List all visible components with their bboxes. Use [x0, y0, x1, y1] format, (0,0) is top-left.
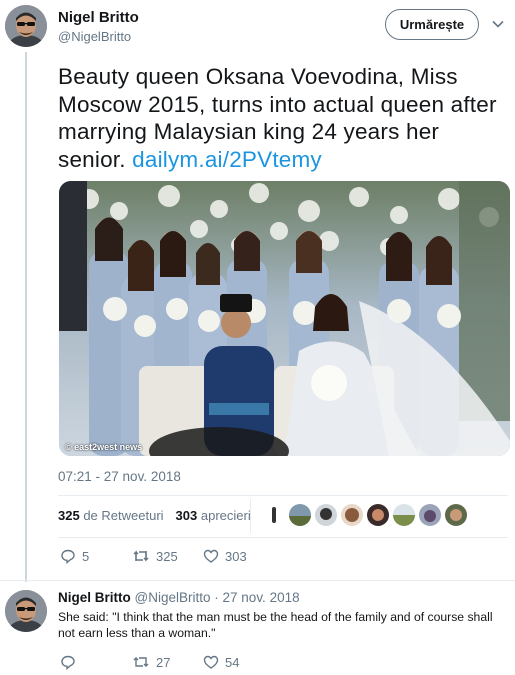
stats-separator — [250, 499, 251, 533]
stats-divider-top — [58, 495, 508, 496]
liker-avatar[interactable] — [393, 504, 415, 526]
retweet-count: 325 — [156, 548, 178, 564]
liker-avatar[interactable] — [315, 504, 337, 526]
retweets-count: 325 — [58, 508, 80, 523]
liker-avatar[interactable] — [367, 504, 389, 526]
tweet-photo[interactable]: © east2west news — [59, 181, 510, 456]
tweet-link[interactable]: dailym.ai/2PVtemy — [132, 147, 322, 172]
photo-watermark: © east2west news — [65, 442, 143, 452]
liker-avatar[interactable] — [419, 504, 441, 526]
reply-like-count: 54 — [225, 654, 240, 670]
stats-divider-bottom — [58, 537, 508, 538]
like-action[interactable]: 303 — [203, 548, 247, 564]
reply-author-handle[interactable]: @NigelBritto — [135, 590, 211, 605]
author-handle[interactable]: @NigelBritto — [58, 29, 131, 44]
reply-text: She said: "I think that the man must be … — [58, 610, 493, 640]
liker-avatar[interactable] — [289, 504, 311, 526]
reply-separator: · — [214, 590, 219, 605]
likes-stat[interactable]: 303 aprecieri — [176, 508, 251, 523]
likes-label: aprecieri — [200, 508, 251, 523]
reply-date[interactable]: 27 nov. 2018 — [223, 590, 300, 605]
reply-author-avatar[interactable] — [5, 590, 47, 632]
retweets-stat[interactable]: 325 de Retweeturi — [58, 508, 164, 523]
reply-retweet-count: 27 — [156, 654, 171, 670]
engagement-stats: 325 de Retweeturi 303 aprecieri — [58, 508, 251, 523]
caret-down-icon[interactable] — [492, 17, 504, 29]
tweet-divider — [0, 580, 515, 581]
liker-avatar[interactable] — [445, 504, 467, 526]
reply-like-action[interactable]: 54 — [203, 654, 239, 670]
reply-reply-action[interactable] — [60, 654, 82, 670]
author-name[interactable]: Nigel Britto — [58, 9, 139, 26]
like-count: 303 — [225, 548, 247, 564]
reply-icon — [60, 654, 76, 670]
retweet-action[interactable]: 325 — [132, 548, 178, 564]
reply-retweet-action[interactable]: 27 — [132, 654, 170, 670]
liker-avatar[interactable] — [341, 504, 363, 526]
retweet-icon — [132, 548, 150, 564]
reply-action[interactable]: 5 — [60, 548, 89, 564]
like-icon — [203, 548, 219, 564]
tweet-timestamp[interactable]: 07:21 - 27 nov. 2018 — [58, 469, 181, 484]
reply-icon — [60, 548, 76, 564]
like-icon — [203, 654, 219, 670]
follow-button[interactable]: Urmărește — [385, 9, 479, 40]
likes-count: 303 — [175, 508, 198, 523]
reply-count: 5 — [82, 548, 90, 564]
liker-avatar[interactable] — [263, 504, 285, 526]
reply-author-name[interactable]: Nigel Britto — [58, 590, 131, 605]
reply-header: Nigel Britto @NigelBritto · 27 nov. 2018 — [58, 590, 300, 605]
likers-avatars — [263, 504, 467, 526]
thread-connector — [25, 52, 27, 582]
tweet-text: Beauty queen Oksana Voevodina, Miss Mosc… — [58, 63, 508, 173]
author-avatar[interactable] — [5, 5, 47, 47]
retweets-label: de Retweeturi — [83, 508, 164, 523]
retweet-icon — [132, 654, 150, 670]
